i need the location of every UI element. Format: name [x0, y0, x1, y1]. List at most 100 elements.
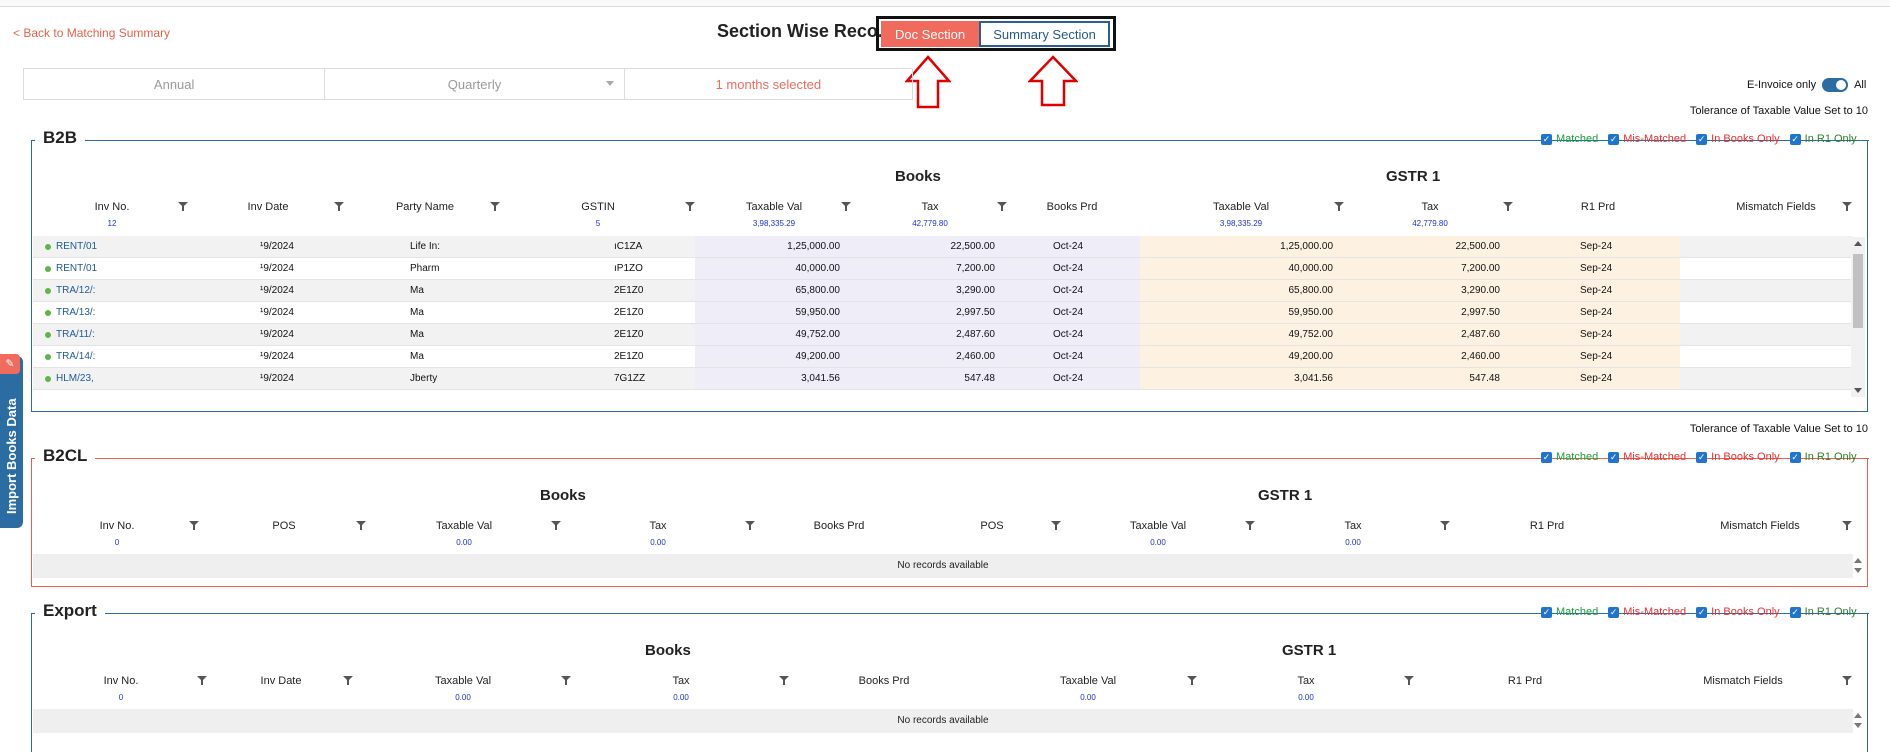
filter-funnel-icon[interactable]: [561, 676, 571, 685]
export-legend-filters: ✓ Matched ✓ Mis-Matched ✓ In Books Only ✓ In…: [1541, 606, 1857, 618]
filter-funnel-icon[interactable]: [490, 202, 500, 211]
r1-only-checkbox[interactable]: ✓ In R1 Only: [1789, 451, 1857, 463]
filter-funnel-icon[interactable]: [1842, 676, 1852, 685]
cell-r1-prd: Sep-24: [1580, 263, 1613, 274]
check-icon: ✓: [1608, 133, 1620, 145]
cell-taxable-val: 49,200.00: [795, 351, 841, 362]
months-selector[interactable]: 1 months selected: [625, 69, 912, 99]
filter-funnel-icon[interactable]: [1334, 202, 1344, 211]
doc-section-button[interactable]: Doc Section: [881, 21, 979, 47]
filter-funnel-icon[interactable]: [197, 676, 207, 685]
cell-gstr-taxable-val: 40,000.00: [1288, 263, 1334, 274]
filter-funnel-icon[interactable]: [1503, 202, 1513, 211]
b2b-legend-filters: ✓ Matched ✓ Mis-Matched ✓ In Books Only ✓ In…: [1541, 133, 1857, 145]
einvoice-toggle[interactable]: [1822, 78, 1849, 92]
books-only-checkbox[interactable]: ✓ In Books Only: [1696, 606, 1780, 618]
sum-gstr-taxable-val: 3,98,335.29: [1219, 219, 1263, 228]
filter-funnel-icon[interactable]: [1842, 202, 1852, 211]
scroll-up-icon[interactable]: [1854, 241, 1862, 246]
b2cl-title: B2CL: [35, 446, 96, 466]
cell-party-name: Ma: [410, 329, 424, 340]
col-gstr-taxable-val: Taxable Val: [1212, 201, 1270, 213]
filter-funnel-icon[interactable]: [1440, 521, 1450, 530]
filter-funnel-icon[interactable]: [189, 521, 199, 530]
col-mismatch-fields: Mismatch Fields: [1736, 201, 1816, 213]
cell-gstin: 2E1Z0: [614, 329, 644, 340]
table-row[interactable]: TRA/12/: ¹9/2024 Ma 2E1Z0 65,800.00 3,290.00 O…: [33, 280, 1853, 302]
col-taxable-val: Taxable Val: [434, 675, 492, 687]
back-to-summary-link[interactable]: < Back to Matching Summary: [13, 26, 170, 40]
filter-funnel-icon[interactable]: [841, 202, 851, 211]
filter-funnel-icon[interactable]: [997, 202, 1007, 211]
sum-inv-count: 12: [107, 219, 117, 228]
import-books-data-tab[interactable]: ✎ Import Books Data: [0, 354, 23, 528]
table-row[interactable]: TRA/13/: ¹9/2024 Ma 2E1Z0 59,950.00 2,997.50 O…: [33, 302, 1853, 324]
cell-inv-no[interactable]: TRA/12/:: [56, 280, 101, 302]
quarterly-dropdown[interactable]: Quarterly: [325, 69, 625, 99]
filter-funnel-icon[interactable]: [685, 202, 695, 211]
cell-inv-no[interactable]: TRA/14/:: [56, 346, 101, 368]
mismatched-checkbox[interactable]: ✓ Mis-Matched: [1608, 606, 1686, 618]
megaphone-icon: ✎: [0, 354, 20, 374]
cell-party-name: Life In:: [410, 241, 441, 252]
cell-books-prd: Oct-24: [1053, 285, 1084, 296]
filter-funnel-icon[interactable]: [1404, 676, 1414, 685]
r1-only-checkbox[interactable]: ✓ In R1 Only: [1789, 133, 1857, 145]
cell-tax: 3,290.00: [956, 285, 995, 296]
scroll-down-icon[interactable]: [1854, 388, 1862, 393]
sum-tax: 0.00: [673, 693, 689, 702]
annual-filter[interactable]: Annual: [24, 69, 326, 99]
filter-funnel-icon[interactable]: [343, 676, 353, 685]
matched-status-dot-icon: [45, 332, 51, 338]
matched-status-dot-icon: [45, 266, 51, 272]
filter-funnel-icon[interactable]: [551, 521, 561, 530]
table-row[interactable]: TRA/11/: ¹9/2024 Ma 2E1Z0 49,752.00 2,487.60 O…: [33, 324, 1853, 346]
col-tax: Tax: [649, 520, 667, 532]
filter-funnel-icon[interactable]: [745, 521, 755, 530]
matched-checkbox[interactable]: ✓ Matched: [1541, 606, 1598, 618]
filter-funnel-icon[interactable]: [334, 202, 344, 211]
cell-inv-date: ¹9/2024: [260, 373, 294, 384]
cell-inv-no[interactable]: HLM/23,: [56, 368, 101, 390]
filter-funnel-icon[interactable]: [779, 676, 789, 685]
cell-gstin: 2E1Z0: [614, 351, 644, 362]
cell-inv-no[interactable]: TRA/11/:: [56, 324, 101, 346]
b2cl-empty-state: No records available: [33, 554, 1853, 578]
filter-funnel-icon[interactable]: [1051, 521, 1061, 530]
cell-gstr-taxable-val: 49,752.00: [1288, 329, 1334, 340]
scroll-arrows-icon[interactable]: [1854, 556, 1862, 576]
mismatched-checkbox[interactable]: ✓ Mis-Matched: [1608, 451, 1686, 463]
filter-funnel-icon[interactable]: [1842, 521, 1852, 530]
filter-funnel-icon[interactable]: [1245, 521, 1255, 530]
matched-checkbox[interactable]: ✓ Matched: [1541, 133, 1598, 145]
table-row[interactable]: RENT/01 ¹9/2024 Life In: ıC1ZA 1,25,000.00 22…: [33, 236, 1853, 258]
col-gstr-tax: Tax: [1297, 675, 1315, 687]
cell-books-prd: Oct-24: [1053, 373, 1084, 384]
cell-inv-date: ¹9/2024: [260, 351, 294, 362]
cell-inv-no[interactable]: TRA/13/:: [56, 302, 101, 324]
filter-funnel-icon[interactable]: [356, 521, 366, 530]
mismatched-checkbox[interactable]: ✓ Mis-Matched: [1608, 133, 1686, 145]
table-row[interactable]: TRA/14/: ¹9/2024 Ma 2E1Z0 49,200.00 2,460.00 O…: [33, 346, 1853, 368]
cell-inv-no[interactable]: RENT/01: [56, 236, 101, 258]
cell-inv-date: ¹9/2024: [260, 285, 294, 296]
books-only-checkbox[interactable]: ✓ In Books Only: [1696, 133, 1780, 145]
table-row[interactable]: HLM/23, ¹9/2024 Jberty 7G1ZZ 3,041.56 547.48 O…: [33, 368, 1853, 390]
cell-inv-no[interactable]: RENT/01: [56, 258, 101, 280]
export-gstr-group-header: GSTR 1: [1282, 642, 1337, 659]
matched-status-dot-icon: [45, 244, 51, 250]
filter-funnel-icon[interactable]: [1187, 676, 1197, 685]
table-row[interactable]: RENT/01 ¹9/2024 Pharm ıP1ZO 40,000.00 7,200.0…: [33, 258, 1853, 280]
filter-funnel-icon[interactable]: [178, 202, 188, 211]
books-only-checkbox[interactable]: ✓ In Books Only: [1696, 451, 1780, 463]
col-pos: POS: [272, 520, 296, 532]
b2b-scrollbar[interactable]: [1851, 237, 1865, 397]
tolerance-text: Tolerance of Taxable Value Set to 10: [1689, 423, 1868, 435]
matched-checkbox[interactable]: ✓ Matched: [1541, 451, 1598, 463]
b2cl-gstr-group-header: GSTR 1: [1258, 487, 1313, 504]
export-title: Export: [35, 601, 105, 621]
scroll-arrows-icon[interactable]: [1854, 711, 1862, 731]
scroll-thumb[interactable]: [1853, 254, 1863, 328]
summary-section-button[interactable]: Summary Section: [979, 21, 1110, 47]
r1-only-checkbox[interactable]: ✓ In R1 Only: [1789, 606, 1857, 618]
